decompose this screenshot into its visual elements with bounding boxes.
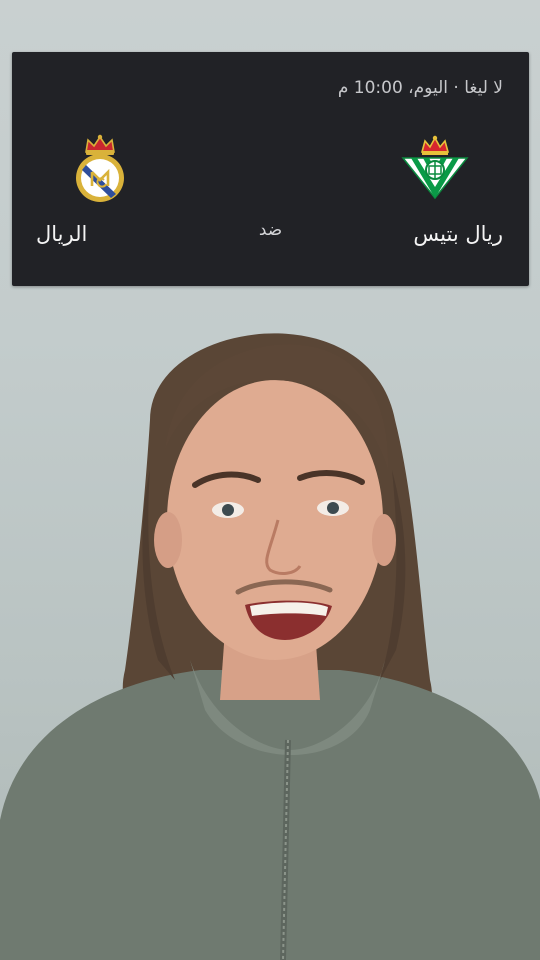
match-card[interactable]: لا ليغا · اليوم، 10:00 م ريال بتيس ضد ال… xyxy=(12,52,529,286)
person-video-illustration xyxy=(0,333,540,960)
video-frame: لا ليغا · اليوم، 10:00 م ريال بتيس ضد ال… xyxy=(0,0,540,960)
real-betis-crest-icon xyxy=(401,135,469,200)
match-meta: لا ليغا · اليوم، 10:00 م xyxy=(337,78,503,98)
away-team-name: الريال xyxy=(36,222,88,246)
away-team[interactable]: الريال xyxy=(30,132,170,246)
real-madrid-crest-icon xyxy=(76,134,124,202)
